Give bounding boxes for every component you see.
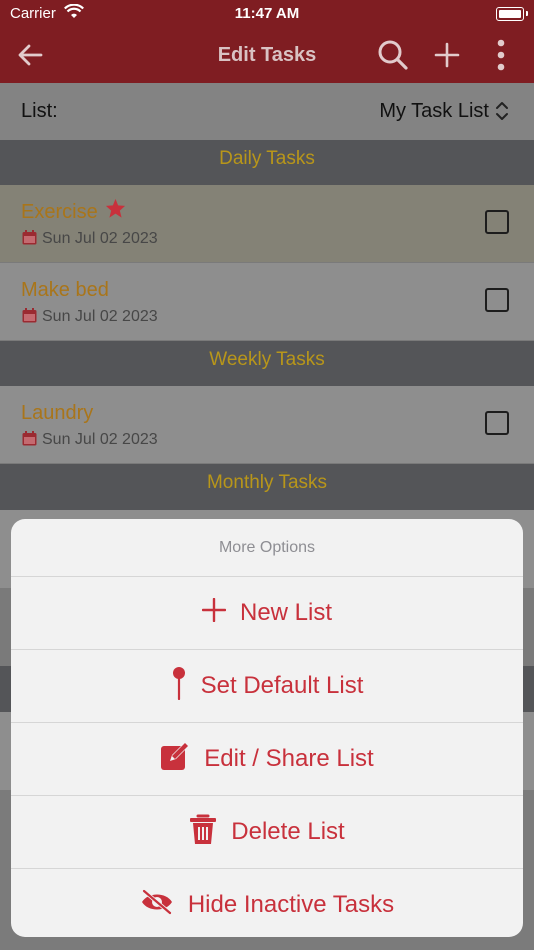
task-date: Sun Jul 02 2023 xyxy=(42,431,158,448)
task-checkbox[interactable] xyxy=(485,411,509,435)
edit-share-list-button[interactable]: Edit / Share List xyxy=(11,723,523,796)
section-header-weekly: Weekly Tasks xyxy=(0,341,534,387)
section-header-daily: Daily Tasks xyxy=(0,140,534,186)
status-bar: Carrier 11:47 AM xyxy=(0,0,534,28)
eye-slash-icon xyxy=(140,888,174,922)
hide-inactive-tasks-button[interactable]: Hide Inactive Tasks xyxy=(11,869,523,937)
edit-icon xyxy=(160,741,190,778)
more-vertical-icon[interactable] xyxy=(484,38,518,72)
task-row[interactable]: Make bed Sun Jul 02 2023 xyxy=(0,263,534,341)
battery-icon xyxy=(496,7,528,21)
section-header-monthly: Monthly Tasks xyxy=(0,464,534,510)
add-icon[interactable] xyxy=(430,38,464,72)
new-list-label: New List xyxy=(239,599,333,626)
delete-list-label: Delete List xyxy=(231,818,345,845)
nav-bar: Edit Tasks xyxy=(0,28,534,83)
edit-share-list-label: Edit / Share List xyxy=(204,745,374,772)
delete-list-button[interactable]: Delete List xyxy=(11,796,523,869)
list-selector[interactable]: List: My Task List xyxy=(0,83,534,140)
list-value[interactable]: My Task List xyxy=(379,100,489,123)
set-default-list-button[interactable]: Set Default List xyxy=(11,650,523,723)
sheet-title: More Options xyxy=(11,519,523,577)
list-label: List: xyxy=(21,100,58,122)
task-name: Exercise xyxy=(21,201,98,223)
calendar-icon xyxy=(22,230,37,250)
task-checkbox[interactable] xyxy=(485,210,509,234)
new-list-button[interactable]: New List xyxy=(11,577,523,650)
task-name: Make bed xyxy=(21,279,109,301)
calendar-icon xyxy=(22,308,37,328)
pin-icon xyxy=(171,666,187,707)
task-checkbox[interactable] xyxy=(485,288,509,312)
calendar-icon xyxy=(22,431,37,451)
star-icon xyxy=(105,198,126,223)
task-row[interactable]: Laundry Sun Jul 02 2023 xyxy=(0,386,534,464)
search-icon[interactable] xyxy=(376,38,410,72)
task-date: Sun Jul 02 2023 xyxy=(42,230,158,247)
chevron-up-down-icon xyxy=(495,101,509,127)
task-name: Laundry xyxy=(21,402,94,424)
more-options-sheet: More Options New List Set Default List E… xyxy=(11,519,523,937)
task-row[interactable]: Exercise Sun Jul 02 2023 xyxy=(0,185,534,263)
clock: 11:47 AM xyxy=(234,5,300,22)
plus-icon xyxy=(201,597,227,629)
trash-icon xyxy=(189,813,217,852)
set-default-list-label: Set Default List xyxy=(200,672,364,699)
hide-inactive-tasks-label: Hide Inactive Tasks xyxy=(187,891,395,918)
task-date: Sun Jul 02 2023 xyxy=(42,308,158,325)
